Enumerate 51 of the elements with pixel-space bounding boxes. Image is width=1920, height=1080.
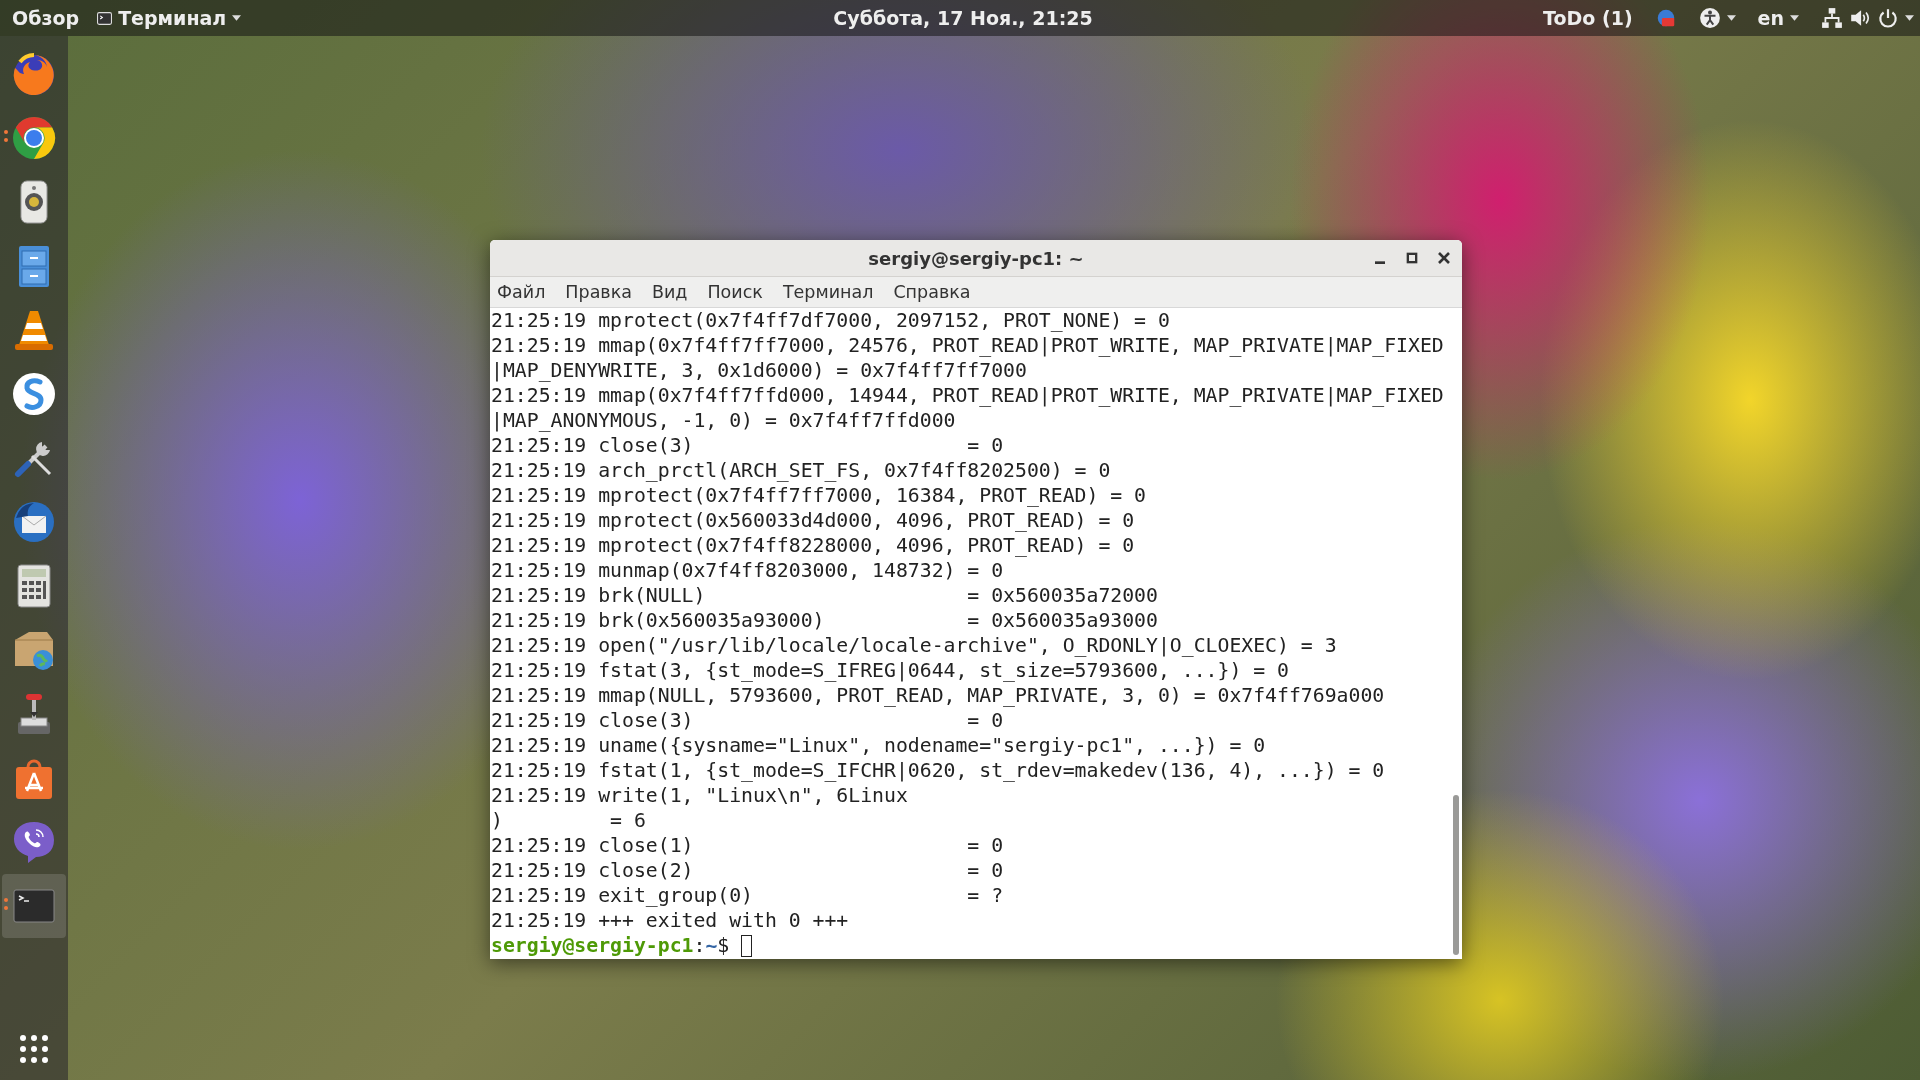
- power-icon: [1877, 7, 1899, 29]
- output-line: 21:25:19 close(1) = 0: [491, 833, 1005, 858]
- output-line: 21:25:19 fstat(1, {st_mode=S_IFCHR|0620, st_rdev=makedev(136, 4), ...}) = 0: [491, 758, 1386, 783]
- caret-icon: [1905, 15, 1914, 21]
- system-menu[interactable]: [1821, 7, 1914, 29]
- output-line: 21:25:19 munmap(0x7f4ff8203000, 148732) = 0: [491, 558, 1005, 583]
- caret-icon: [1726, 15, 1736, 21]
- output-line: 21:25:19 brk(NULL) = 0x560035a72000: [491, 583, 1159, 608]
- output-line: 21:25:19 arch_prctl(ARCH_SET_FS, 0x7f4ff8202500) = 0: [491, 458, 1112, 483]
- menu-item[interactable]: Вид: [651, 282, 688, 302]
- todo-indicator[interactable]: ToDo (1): [1543, 7, 1633, 29]
- accessibility-menu[interactable]: [1698, 7, 1736, 29]
- output-line: |MAP_DENYWRITE, 3, 0x1d6000) = 0x7f4ff7ff7000: [491, 358, 1028, 383]
- chrome-ring-icon: [10, 114, 58, 162]
- output-line: 21:25:19 write(1, "Linux\n", 6Linux: [491, 783, 909, 808]
- language-menu[interactable]: en: [1757, 7, 1799, 29]
- network-icon: [1821, 7, 1843, 29]
- activities-button[interactable]: Обзор: [12, 7, 80, 29]
- app-menu[interactable]: Терминал: [97, 7, 242, 29]
- output-line: 21:25:19 mmap(0x7f4ff7ff7000, 24576, PROT_READ|PROT_WRITE, MAP_PRIVATE|MAP_FIXED: [491, 333, 1445, 358]
- output-line: |MAP_ANONYMOUS, -1, 0) = 0x7f4ff7ffd000: [491, 408, 957, 433]
- output-line: ) = 6: [491, 808, 647, 833]
- output-line: 21:25:19 exit_group(0) = ?: [491, 883, 1005, 908]
- output-line: 21:25:19 open("/usr/lib/locale/locale-archive", O_RDONLY|O_CLOEXEC) = 3: [491, 633, 1338, 658]
- menu-item[interactable]: Справка: [893, 282, 971, 302]
- app-grid-icon[interactable]: [19, 1034, 49, 1064]
- s-logo-icon: [10, 370, 58, 418]
- output-line: 21:25:19 mprotect(0x7f4ff8228000, 4096, PROT_READ) = 0: [491, 533, 1136, 558]
- menu-item[interactable]: Терминал: [782, 282, 874, 302]
- caret-icon: [232, 15, 242, 21]
- caret-icon: [1790, 15, 1799, 21]
- output-line: 21:25:19 brk(0x560035a93000) = 0x560035a93000: [491, 608, 1159, 633]
- accessibility-icon: [1698, 7, 1721, 29]
- output-line: 21:25:19 mprotect(0x560033d4d000, 4096, PROT_READ) = 0: [491, 508, 1136, 533]
- shell-prompt: sergiy@sergiy-pc1:~$: [491, 933, 1450, 958]
- output-line: 21:25:19 mmap(NULL, 5793600, PROT_READ, MAP_PRIVATE, 3, 0) = 0x7f4ff769a000: [491, 683, 1386, 708]
- menu-item[interactable]: Правка: [565, 282, 632, 302]
- output-line: 21:25:19 mprotect(0x7f4ff7ff7000, 16384, PROT_READ) = 0: [491, 483, 1147, 508]
- terminal-icon: [97, 11, 113, 25]
- output-line: 21:25:19 uname({sysname="Linux", nodename="sergiy-pc1", ...}) = 0: [491, 733, 1267, 758]
- menu-item[interactable]: Файл: [497, 282, 546, 302]
- output-line: 21:25:19 close(3) = 0: [491, 433, 1005, 458]
- window-title: sergiy@sergiy-pc1: ~: [868, 247, 1084, 269]
- output-line: 21:25:19 +++ exited with 0 +++: [491, 908, 850, 933]
- output-line: 21:25:19 mmap(0x7f4ff7ffd000, 14944, PROT_READ|PROT_WRITE, MAP_PRIVATE|MAP_FIXED: [491, 383, 1445, 408]
- clock[interactable]: Суббота, 17 Ноя., 21:25: [833, 7, 1093, 29]
- output-line: 21:25:19 close(2) = 0: [491, 858, 1005, 883]
- output-line: 21:25:19 fstat(3, {st_mode=S_IFREG|0644, st_size=5793600, ...}) = 0: [491, 658, 1290, 683]
- output-line: 21:25:19 mprotect(0x7f4ff7df7000, 2097152, PROT_NONE) = 0: [491, 308, 1171, 333]
- menu-item[interactable]: Поиск: [707, 282, 763, 302]
- output-line: 21:25:19 close(3) = 0: [491, 708, 1005, 733]
